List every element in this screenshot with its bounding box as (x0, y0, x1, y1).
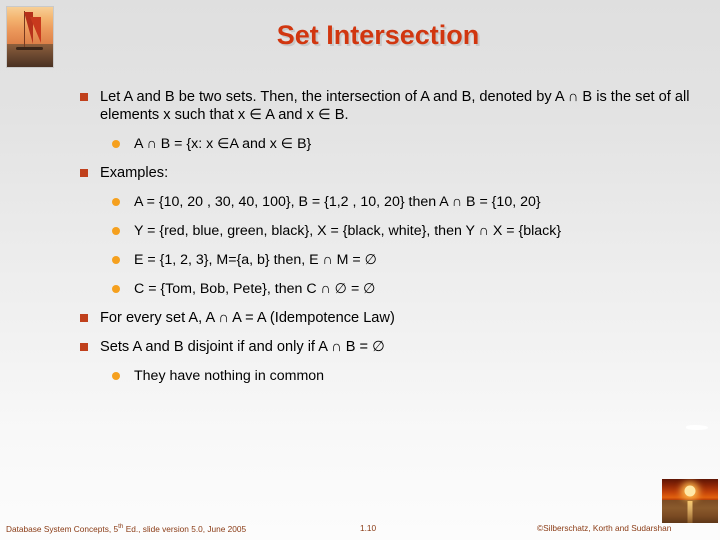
background-artifact (686, 425, 708, 430)
bullet-item: Y = {red, blue, green, black}, X = {blac… (76, 222, 696, 240)
sailboat-sail-main-icon (28, 17, 41, 43)
square-bullet-icon (80, 169, 88, 177)
square-bullet-icon (80, 314, 88, 322)
bullet-item: Examples: (76, 164, 696, 182)
bullet-text: Sets A and B disjoint if and only if A ∩… (100, 339, 385, 355)
bullet-text: They have nothing in common (134, 368, 325, 384)
circle-bullet-icon (112, 227, 120, 235)
sailboat-hull-icon (16, 47, 43, 50)
bullet-text: A ∩ B = {x: x ∈A and x ∈ B} (134, 136, 312, 152)
sailboat-photo (6, 6, 54, 68)
sunset-reflection (687, 501, 693, 523)
bullet-text: A = {10, 20 , 30, 40, 100}, B = {1,2 , 1… (134, 194, 541, 210)
sunset-photo (662, 479, 718, 523)
square-bullet-icon (80, 343, 88, 351)
bullet-item: Sets A and B disjoint if and only if A ∩… (76, 338, 696, 356)
footer-copyright: ©Silberschatz, Korth and Sudarshan (537, 523, 672, 533)
bullet-text: Examples: (100, 165, 169, 181)
bullet-item: For every set A, A ∩ A = A (Idempotence … (76, 309, 696, 327)
slide-number: 1.10 (360, 523, 377, 533)
circle-bullet-icon (112, 285, 120, 293)
sun-icon (684, 485, 696, 497)
slide-footer: Database System Concepts, 5th Ed., slide… (0, 521, 720, 537)
bullet-text: Let A and B be two sets. Then, the inter… (100, 89, 690, 123)
circle-bullet-icon (112, 198, 120, 206)
bullet-text: C = {Tom, Bob, Pete}, then C ∩ ∅ = ∅ (134, 281, 376, 297)
bullet-item: They have nothing in common (76, 367, 696, 385)
footer-source-prefix: Database System Concepts, 5 (6, 523, 119, 534)
bullet-text: For every set A, A ∩ A = A (Idempotence … (100, 310, 395, 326)
circle-bullet-icon (112, 256, 120, 264)
slide-canvas: Set Intersection Let A and B be two sets… (0, 0, 720, 540)
bullet-text: Y = {red, blue, green, black}, X = {blac… (134, 223, 562, 239)
bullet-text: E = {1, 2, 3}, M={a, b} then, E ∩ M = ∅ (134, 252, 378, 268)
circle-bullet-icon (112, 372, 120, 380)
footer-source-suffix: Ed., slide version 5.0, June 2005 (123, 523, 247, 534)
circle-bullet-icon (112, 140, 120, 148)
bullet-item: C = {Tom, Bob, Pete}, then C ∩ ∅ = ∅ (76, 280, 696, 298)
square-bullet-icon (80, 93, 88, 101)
footer-source: Database System Concepts, 5th Ed., slide… (6, 523, 246, 534)
slide-title: Set Intersection (276, 20, 480, 50)
bullet-item: A ∩ B = {x: x ∈A and x ∈ B} (76, 135, 696, 153)
bullet-item: A = {10, 20 , 30, 40, 100}, B = {1,2 , 1… (76, 193, 696, 211)
bullet-item: Let A and B be two sets. Then, the inter… (76, 88, 696, 124)
slide-body: Let A and B be two sets. Then, the inter… (76, 88, 696, 396)
bullet-item: E = {1, 2, 3}, M={a, b} then, E ∩ M = ∅ (76, 251, 696, 269)
